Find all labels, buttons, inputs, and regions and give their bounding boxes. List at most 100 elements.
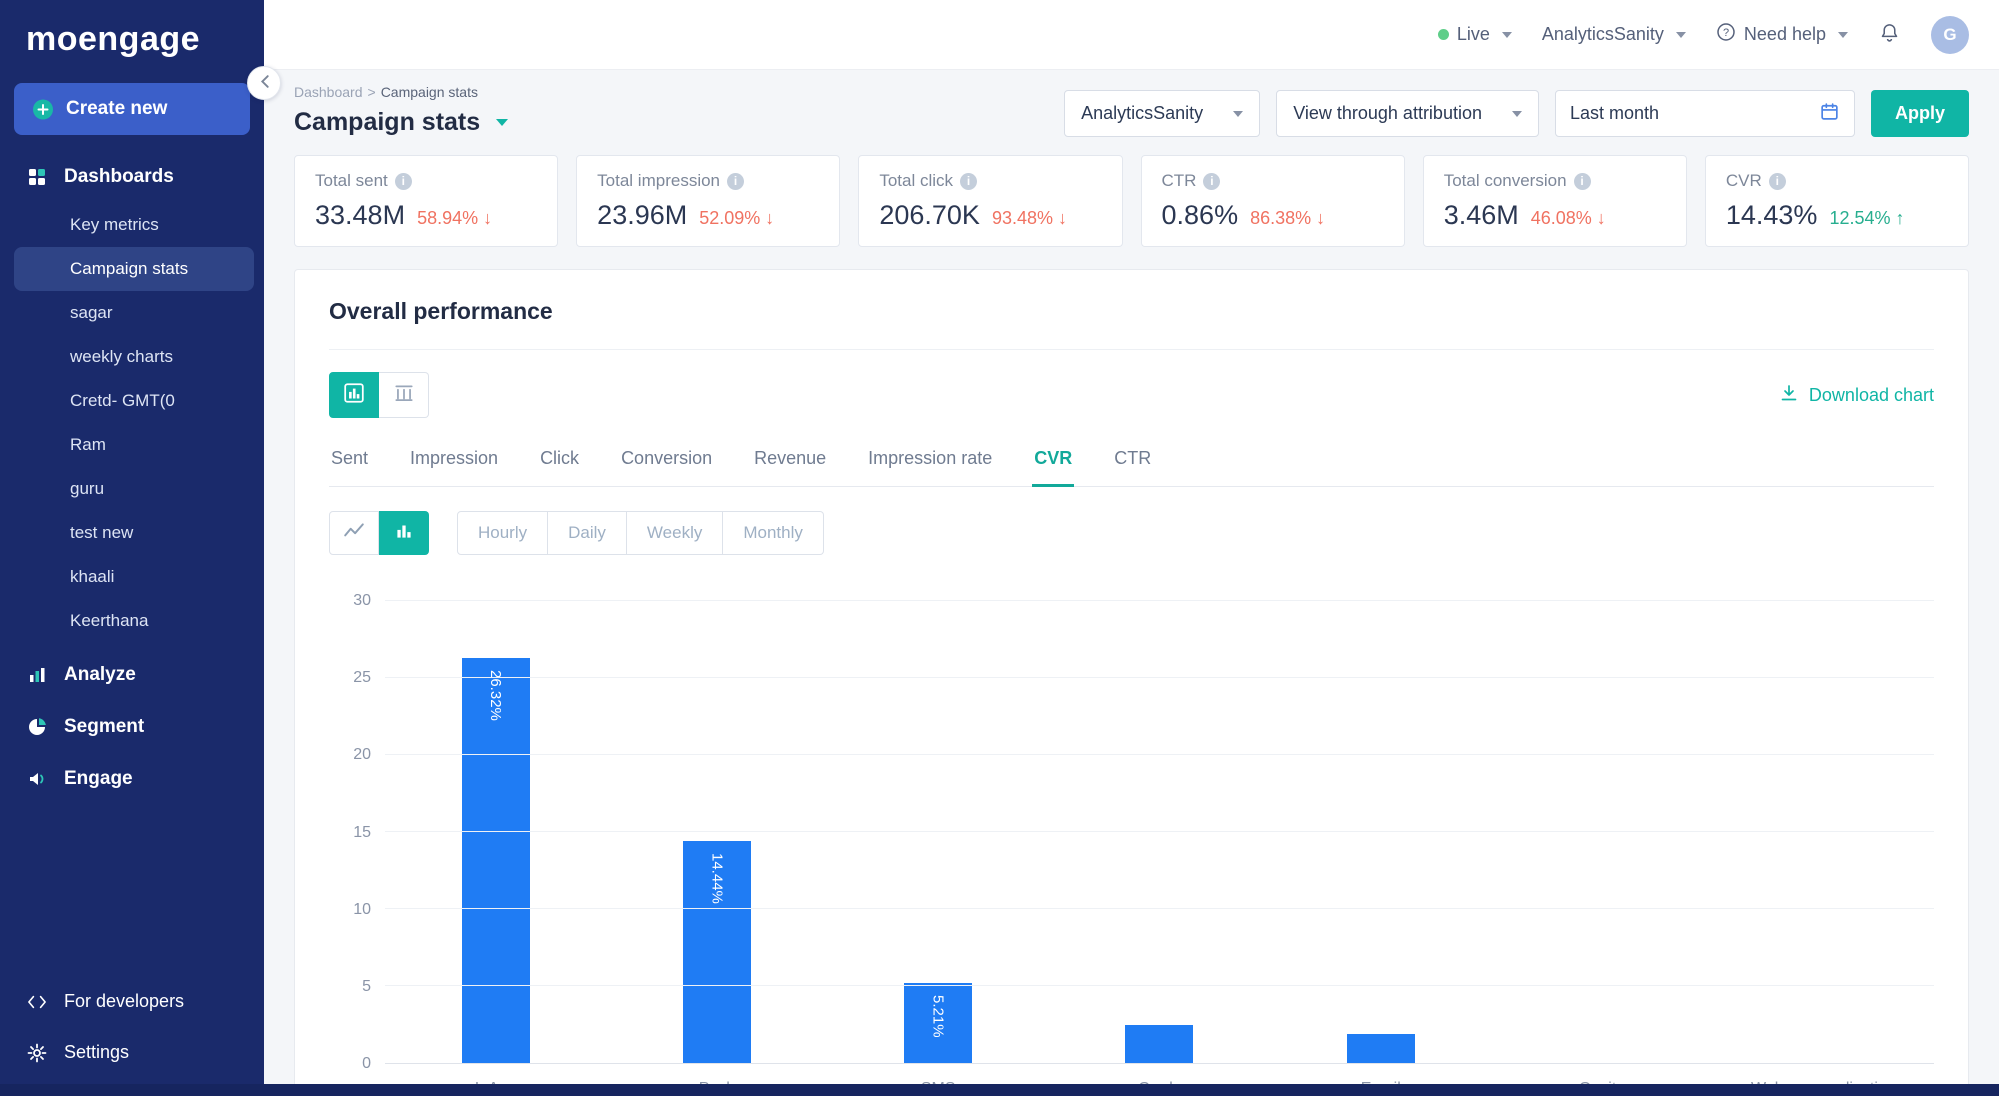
- sidebar-item-segment[interactable]: Segment: [0, 701, 264, 753]
- header-controls: AnalyticsSanity View through attribution…: [1064, 90, 1969, 137]
- chevron-down-icon: [1676, 32, 1686, 38]
- sidebar-item-settings[interactable]: Settings: [0, 1027, 264, 1078]
- info-icon[interactable]: [395, 173, 412, 190]
- bar-column-sms: 5.21%: [828, 601, 1049, 1063]
- bar-email[interactable]: [1347, 1034, 1415, 1063]
- sidebar-item-ram[interactable]: Ram: [0, 423, 264, 467]
- breadcrumb-current: Campaign stats: [381, 84, 478, 100]
- gridline: [385, 600, 1934, 601]
- chevron-down-icon: [1233, 111, 1243, 117]
- live-label: Live: [1457, 24, 1490, 45]
- sidebar-nav: Dashboards Key metricsCampaign statssaga…: [0, 151, 264, 1096]
- tab-conversion[interactable]: Conversion: [619, 438, 714, 486]
- sidebar-item-for-developers[interactable]: For developers: [0, 976, 264, 1027]
- plus-icon: [32, 98, 54, 121]
- granularity-group: HourlyDailyWeeklyMonthly: [457, 511, 824, 555]
- tab-sent[interactable]: Sent: [329, 438, 370, 486]
- line-chart-button[interactable]: [329, 511, 379, 555]
- main-area: Live AnalyticsSanity ? Need help G: [264, 0, 1999, 1096]
- granularity-hourly[interactable]: Hourly: [457, 511, 548, 555]
- sidebar-item-key-metrics[interactable]: Key metrics: [0, 203, 264, 247]
- bar-column-push: 14.44%: [606, 601, 827, 1063]
- info-icon[interactable]: [1574, 173, 1591, 190]
- gridline: [385, 677, 1934, 678]
- sidebar-item-dashboards[interactable]: Dashboards: [0, 151, 264, 203]
- svg-text:?: ?: [1723, 27, 1729, 39]
- sidebar-item-khaali[interactable]: khaali: [0, 555, 264, 599]
- moengage-logo: moengage: [0, 0, 264, 75]
- need-help-label: Need help: [1744, 24, 1826, 45]
- tab-click[interactable]: Click: [538, 438, 581, 486]
- stat-value: 206.70K: [879, 200, 980, 231]
- bar-sms[interactable]: 5.21%: [904, 983, 972, 1063]
- chart-view-button[interactable]: [329, 372, 379, 418]
- bar-column-email: [1270, 601, 1491, 1063]
- gear-icon: [26, 1043, 48, 1063]
- chart-controls: HourlyDailyWeeklyMonthly: [329, 511, 1934, 555]
- dashboards-label: Dashboards: [64, 166, 174, 188]
- info-icon[interactable]: [960, 173, 977, 190]
- create-new-button[interactable]: Create new: [14, 83, 250, 135]
- download-chart-button[interactable]: Download chart: [1779, 383, 1934, 408]
- tab-ctr[interactable]: CTR: [1112, 438, 1153, 486]
- dashboard-list: Key metricsCampaign statssagarweekly cha…: [0, 203, 264, 649]
- workspace-dropdown[interactable]: AnalyticsSanity: [1542, 24, 1686, 45]
- bar-push[interactable]: 14.44%: [683, 841, 751, 1063]
- overall-performance-card: Overall performance: [294, 269, 1969, 1096]
- apply-button[interactable]: Apply: [1871, 90, 1969, 137]
- page-title-dropdown[interactable]: Campaign stats: [294, 108, 508, 137]
- engage-megaphone-icon: [26, 769, 48, 789]
- bar-inapp[interactable]: 26.32%: [462, 658, 530, 1063]
- info-icon[interactable]: [727, 173, 744, 190]
- tab-impression-rate[interactable]: Impression rate: [866, 438, 994, 486]
- stat-value: 3.46M: [1444, 200, 1519, 231]
- sidebar-item-weekly-charts[interactable]: weekly charts: [0, 335, 264, 379]
- bottom-edge-strip: [0, 1084, 1999, 1096]
- stat-value: 14.43%: [1726, 200, 1818, 231]
- chart-toolbar: Download chart: [329, 372, 1934, 418]
- sidebar-item-analyze[interactable]: Analyze: [0, 649, 264, 701]
- chevron-down-icon: [1838, 32, 1848, 38]
- sidebar-item-engage[interactable]: Engage: [0, 753, 264, 805]
- stat-card-ctr: CTR0.86%86.38% ↓: [1141, 155, 1405, 247]
- date-range-value: Last month: [1570, 103, 1659, 124]
- y-tick-label: 10: [353, 901, 371, 919]
- attribution-select[interactable]: View through attribution: [1276, 90, 1539, 137]
- date-range-input[interactable]: Last month: [1555, 90, 1855, 137]
- granularity-monthly[interactable]: Monthly: [723, 511, 824, 555]
- breadcrumb-root[interactable]: Dashboard: [294, 84, 363, 100]
- tab-impression[interactable]: Impression: [408, 438, 500, 486]
- sidebar-item-test-new[interactable]: test new: [0, 511, 264, 555]
- notifications-button[interactable]: [1878, 21, 1901, 49]
- metric-tabs: Sent Impression Click Conversion Revenue Impr…: [329, 438, 1934, 487]
- y-tick-label: 0: [362, 1055, 371, 1073]
- table-view-button[interactable]: [379, 372, 429, 418]
- page-header: Dashboard>Campaign stats Campaign stats …: [264, 70, 1999, 155]
- avatar[interactable]: G: [1931, 16, 1969, 54]
- stat-label: Total conversion: [1444, 171, 1666, 191]
- sidebar-item-cretd-gmt-0[interactable]: Cretd- GMT(0: [0, 379, 264, 423]
- tab-revenue[interactable]: Revenue: [752, 438, 828, 486]
- live-status-dropdown[interactable]: Live: [1438, 24, 1512, 45]
- cvr-bar-chart: 051015202530 26.32%14.44%5.21% InAppPush…: [329, 601, 1934, 1096]
- tab-cvr[interactable]: CVR: [1032, 438, 1074, 487]
- info-icon[interactable]: [1769, 173, 1786, 190]
- workspace-select[interactable]: AnalyticsSanity: [1064, 90, 1260, 137]
- need-help-dropdown[interactable]: ? Need help: [1716, 22, 1848, 47]
- chart-type-toggle-group: [329, 511, 429, 555]
- stat-label: Total click: [879, 171, 1101, 191]
- table-view-icon: [393, 382, 415, 409]
- sidebar-item-sagar[interactable]: sagar: [0, 291, 264, 335]
- granularity-daily[interactable]: Daily: [548, 511, 627, 555]
- attribution-select-value: View through attribution: [1293, 103, 1482, 124]
- sidebar-item-keerthana[interactable]: Keerthana: [0, 599, 264, 643]
- bar-chart-button[interactable]: [379, 511, 429, 555]
- sidebar-collapse-button[interactable]: [247, 66, 281, 100]
- sidebar-item-campaign-stats[interactable]: Campaign stats: [14, 247, 254, 291]
- live-status-dot: [1438, 29, 1449, 40]
- bar-cards[interactable]: [1125, 1025, 1193, 1063]
- sidebar-item-guru[interactable]: guru: [0, 467, 264, 511]
- info-icon[interactable]: [1203, 173, 1220, 190]
- granularity-weekly[interactable]: Weekly: [627, 511, 723, 555]
- y-axis: 051015202530: [329, 601, 385, 1064]
